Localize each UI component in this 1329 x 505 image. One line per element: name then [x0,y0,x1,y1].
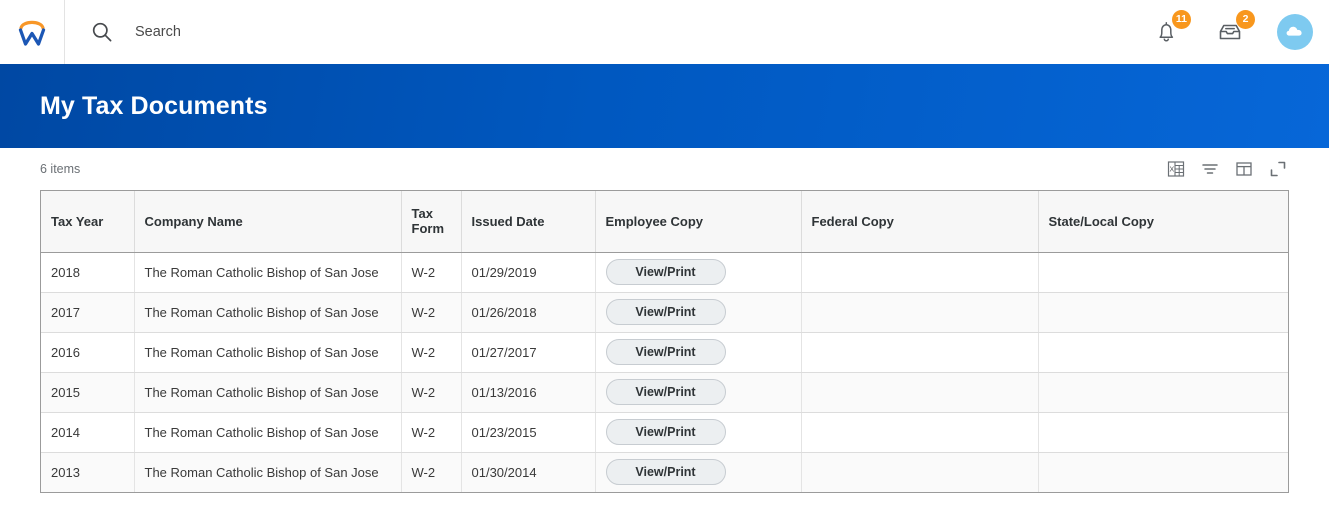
cloud-icon [1286,26,1302,36]
cell-federal-copy [801,372,1039,413]
cell-tax-year: 2016 [41,332,135,373]
column-header-tax-form[interactable]: Tax Form [401,191,462,253]
table-body: 2018 The Roman Catholic Bishop of San Jos… [41,252,1288,492]
avatar[interactable] [1277,14,1313,50]
view-print-button[interactable]: View/Print [605,419,726,445]
cell-state-local-copy [1038,252,1288,293]
cell-issued-date: 01/23/2015 [461,412,596,453]
cell-tax-form: W-2 [401,252,462,293]
table-row: 2014 The Roman Catholic Bishop of San Jos… [41,412,1288,453]
cell-employee-copy: View/Print [595,372,802,413]
cell-federal-copy [801,252,1039,293]
table-header-row: Tax Year Company Name Tax Form Issued Da… [41,191,1288,253]
cell-company-name: The Roman Catholic Bishop of San Jose [134,452,402,492]
global-header: 11 2 [0,0,1329,64]
view-print-button[interactable]: View/Print [605,339,726,365]
export-to-excel-button[interactable]: X [1165,158,1187,180]
cell-tax-year: 2014 [41,412,135,453]
column-header-tax-form-line2: Form [411,221,445,237]
cell-state-local-copy [1038,372,1288,413]
cell-tax-year: 2015 [41,372,135,413]
cell-issued-date: 01/27/2017 [461,332,596,373]
inbox-button[interactable]: 2 [1213,10,1255,49]
table-row: 2013 The Roman Catholic Bishop of San Jos… [41,452,1288,492]
cell-company-name: The Roman Catholic Bishop of San Jose [134,412,402,453]
cell-employee-copy: View/Print [595,252,802,293]
notifications-button[interactable]: 11 [1149,10,1191,49]
table-row: 2015 The Roman Catholic Bishop of San Jos… [41,372,1288,413]
export-to-excel-icon: X [1167,161,1185,177]
table-row: 2017 The Roman Catholic Bishop of San Jos… [41,292,1288,333]
column-header-federal-copy[interactable]: Federal Copy [801,191,1039,253]
table-header: Tax Year Company Name Tax Form Issued Da… [41,191,1288,253]
cell-issued-date: 01/29/2019 [461,252,596,293]
filter-icon [1202,164,1218,174]
search-icon [92,22,112,42]
column-header-state-local-copy[interactable]: State/Local Copy [1038,191,1288,253]
column-header-tax-year[interactable]: Tax Year [41,191,135,253]
cell-tax-form: W-2 [401,452,462,492]
cell-state-local-copy [1038,412,1288,453]
svg-text:X: X [1169,167,1174,174]
column-header-issued-date[interactable]: Issued Date [461,191,596,253]
header-actions: 11 2 [1149,0,1329,64]
inbox-badge: 2 [1236,10,1255,29]
workday-logo-icon [18,20,46,46]
page-banner: My Tax Documents [0,64,1329,148]
cell-employee-copy: View/Print [595,452,802,492]
cell-employee-copy: View/Print [595,332,802,373]
cell-federal-copy [801,452,1039,492]
notifications-badge: 11 [1171,10,1191,29]
cell-tax-year: 2017 [41,292,135,333]
cell-company-name: The Roman Catholic Bishop of San Jose [134,252,402,293]
search-input[interactable] [135,17,835,47]
cell-issued-date: 01/13/2016 [461,372,596,413]
filter-button[interactable] [1199,158,1221,180]
view-print-button[interactable]: View/Print [605,299,726,325]
table-row: 2018 The Roman Catholic Bishop of San Jos… [41,252,1288,293]
grid-view-button[interactable] [1233,158,1255,180]
cell-tax-form: W-2 [401,412,462,453]
workday-logo[interactable] [0,0,64,64]
cell-federal-copy [801,412,1039,453]
cell-employee-copy: View/Print [595,412,802,453]
cell-tax-year: 2018 [41,252,135,293]
grid-toolbar: 6 items X [0,148,1329,190]
cell-employee-copy: View/Print [595,292,802,333]
cell-state-local-copy [1038,332,1288,373]
cell-issued-date: 01/26/2018 [461,292,596,333]
expand-icon [1270,161,1286,177]
view-print-button[interactable]: View/Print [605,259,726,285]
page-title: My Tax Documents [40,91,268,120]
view-print-button[interactable]: View/Print [605,379,726,405]
search-bar[interactable] [65,0,1149,64]
column-header-tax-form-line1: Tax [411,206,433,222]
cell-company-name: The Roman Catholic Bishop of San Jose [134,332,402,373]
page-content: 6 items X Tax Year Company Name Tax Form… [0,148,1329,505]
table-row: 2016 The Roman Catholic Bishop of San Jos… [41,332,1288,373]
cell-company-name: The Roman Catholic Bishop of San Jose [134,292,402,333]
cell-issued-date: 01/30/2014 [461,452,596,492]
cell-tax-form: W-2 [401,292,462,333]
column-header-company-name[interactable]: Company Name [134,191,402,253]
cell-tax-form: W-2 [401,372,462,413]
tax-documents-table: Tax Year Company Name Tax Form Issued Da… [41,191,1288,492]
item-count: 6 items [40,162,81,176]
cell-federal-copy [801,292,1039,333]
grid-view-icon [1236,162,1252,176]
view-print-button[interactable]: View/Print [605,459,726,486]
cell-tax-form: W-2 [401,332,462,373]
cell-state-local-copy [1038,292,1288,333]
tax-documents-table-container: Tax Year Company Name Tax Form Issued Da… [40,190,1289,493]
column-header-employee-copy[interactable]: Employee Copy [595,191,802,253]
expand-button[interactable] [1267,158,1289,180]
cell-federal-copy [801,332,1039,373]
grid-toolbar-actions: X [1165,158,1289,180]
cell-state-local-copy [1038,452,1288,492]
cell-company-name: The Roman Catholic Bishop of San Jose [134,372,402,413]
cell-tax-year: 2013 [41,452,135,492]
